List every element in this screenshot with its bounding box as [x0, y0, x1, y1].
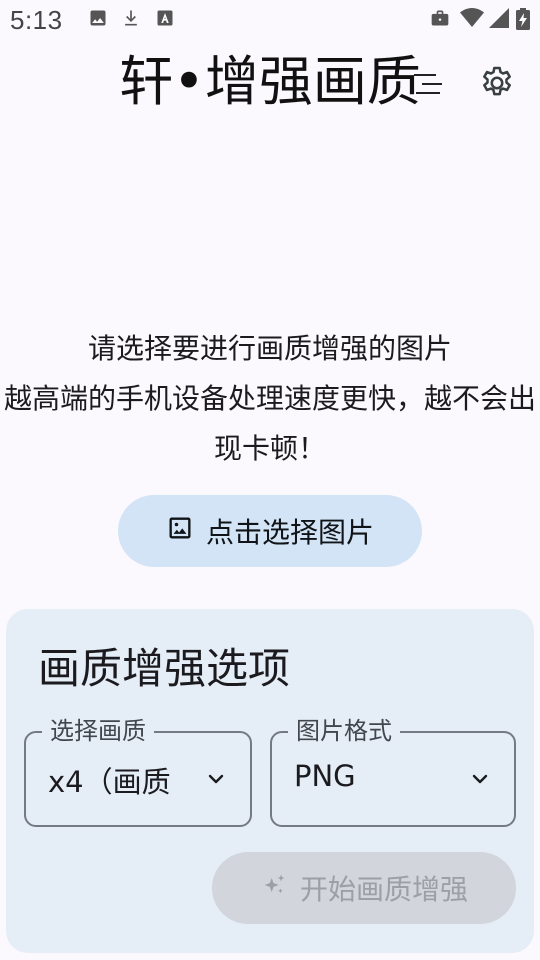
signal-icon	[489, 8, 509, 32]
select-image-label: 点击选择图片	[205, 516, 374, 549]
format-select-value: PNG	[294, 759, 356, 793]
select-image-prompt: 请选择要进行画质增强的图片 越高端的手机设备处理速度更快，越不会出现卡顿！	[0, 326, 540, 474]
chevron-down-icon	[204, 767, 228, 795]
quality-select-label: 选择画质	[42, 715, 154, 747]
page-title: 轩•增强画质	[119, 50, 421, 113]
prompt-line-1: 请选择要进行画质增强的图片	[87, 332, 452, 365]
start-enhance-label: 开始画质增强	[299, 873, 468, 906]
download-icon	[121, 8, 141, 32]
title-decoration	[412, 72, 444, 100]
quality-select-value: x4（画质	[48, 765, 171, 799]
quality-select[interactable]: 选择画质 x4（画质	[24, 715, 252, 827]
status-bar: 5:13	[0, 0, 540, 48]
chevron-down-icon	[468, 767, 492, 795]
select-image-button[interactable]: 点击选择图片	[118, 495, 422, 567]
status-time: 5:13	[10, 5, 63, 35]
briefcase-icon	[429, 8, 451, 32]
battery-icon	[516, 8, 530, 34]
enhance-options-card: 画质增强选项 选择画质 x4（画质 图片格式 PNG 开始画质增强	[6, 609, 534, 953]
gear-icon	[478, 64, 516, 106]
font-a-icon	[155, 8, 175, 32]
start-enhance-button[interactable]: 开始画质增强	[212, 852, 516, 924]
prompt-line-2: 越高端的手机设备处理速度更快，越不会出现卡顿！	[3, 382, 536, 465]
format-select[interactable]: 图片格式 PNG	[270, 715, 516, 827]
sparkle-icon	[260, 871, 288, 906]
image-icon	[88, 8, 108, 32]
settings-button[interactable]	[474, 62, 520, 108]
format-select-label: 图片格式	[288, 715, 400, 747]
image-icon	[166, 514, 194, 549]
wifi-icon	[460, 8, 484, 32]
options-title: 画质增强选项	[38, 644, 291, 693]
